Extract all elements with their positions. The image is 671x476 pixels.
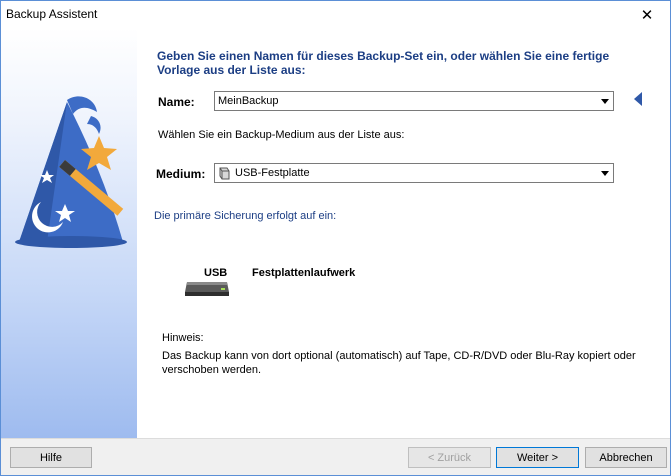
medium-value: USB-Festplatte — [235, 167, 310, 179]
chevron-down-icon[interactable] — [596, 92, 613, 110]
hint-text: Das Backup kann von dort optional (autom… — [162, 350, 636, 376]
name-combobox[interactable]: MeinBackup — [214, 91, 614, 111]
button-bar: Hilfe < Zurück Weiter > Abbrechen — [1, 438, 670, 475]
next-button[interactable]: Weiter > — [496, 447, 579, 468]
window-title: Backup Assistent — [6, 7, 98, 21]
pointer-arrow-icon — [634, 92, 642, 106]
wizard-hat-icon — [15, 96, 127, 248]
backup-wizard-window: Backup Assistent ✕ Geben Sie einen Namen… — [0, 0, 671, 476]
medium-label: Medium: — [156, 167, 206, 181]
medium-combobox[interactable]: USB-Festplatte — [214, 163, 614, 183]
primary-info-text: Die primäre Sicherung erfolgt auf ein: — [154, 210, 337, 222]
back-button[interactable]: < Zurück — [408, 447, 491, 468]
cancel-button[interactable]: Abbrechen — [585, 447, 667, 468]
medium-prompt: Wählen Sie ein Backup-Medium aus der Lis… — [158, 129, 405, 141]
hint-title: Hinweis: — [162, 332, 204, 344]
help-button[interactable]: Hilfe — [10, 447, 92, 468]
device-name: Festplattenlaufwerk — [252, 267, 356, 279]
page-heading: Geben Sie einen Namen für dieses Backup-… — [157, 49, 610, 77]
wizard-content: Geben Sie einen Namen für dieses Backup-… — [137, 28, 670, 438]
drive-icon — [219, 167, 230, 179]
wizard-sidebar — [1, 28, 137, 438]
usb-badge: USB — [204, 267, 228, 279]
medium-value-wrap[interactable]: USB-Festplatte — [215, 167, 596, 180]
title-bar: Backup Assistent ✕ — [1, 1, 670, 28]
chevron-down-icon[interactable] — [596, 164, 613, 182]
name-label: Name: — [158, 95, 195, 109]
close-icon[interactable]: ✕ — [624, 1, 670, 28]
name-value[interactable]: MeinBackup — [215, 95, 596, 107]
